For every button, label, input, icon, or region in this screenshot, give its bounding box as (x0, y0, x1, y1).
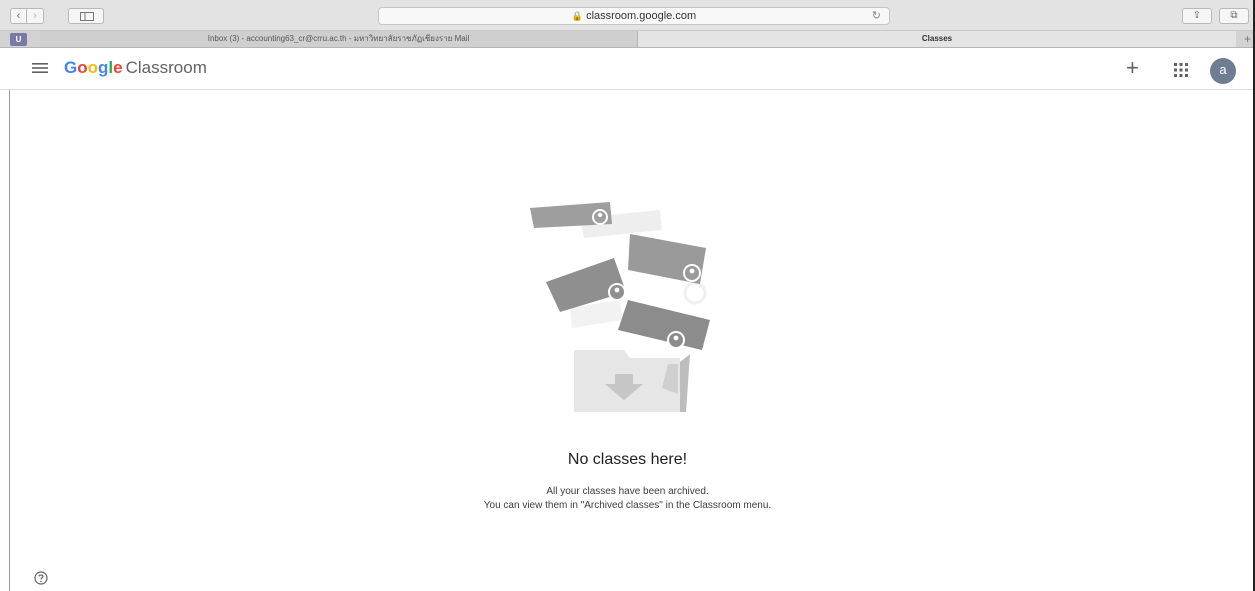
folder-icon (680, 354, 690, 412)
nav-buttons: ‹ › (10, 8, 44, 24)
menu-icon[interactable] (32, 62, 48, 74)
window-border-left (9, 90, 10, 591)
url-text: classroom.google.com (586, 10, 697, 22)
person-icon (614, 287, 620, 293)
help-icon[interactable] (34, 571, 48, 585)
empty-state-title: No classes here! (567, 451, 688, 468)
sidebar-toggle-button[interactable] (68, 8, 104, 24)
tab-strip: U Inbox (3) - accounting63_cr@crru.ac.th… (0, 31, 1255, 48)
class-card (618, 300, 710, 350)
paper-sheet (683, 281, 707, 305)
product-name: Classroom (125, 58, 207, 77)
account-avatar[interactable]: a (1210, 58, 1236, 84)
favorites-tab[interactable]: U (10, 33, 27, 46)
tab-inbox[interactable]: Inbox (3) - accounting63_cr@crru.ac.th -… (40, 31, 638, 47)
tab-classes[interactable]: Classes (638, 31, 1236, 47)
sidebar-icon (80, 12, 94, 21)
brand-letter: e (113, 58, 123, 77)
app-header: Google Classroom + a (0, 48, 1255, 90)
lock-icon: 🔒 (571, 11, 584, 21)
forward-button[interactable]: › (27, 8, 44, 24)
create-or-join-class-button[interactable]: + (1126, 57, 1139, 79)
reload-icon[interactable]: ↻ (872, 8, 881, 24)
brand-letter: g (98, 58, 109, 77)
browser-toolbar: ‹ › 🔒 classroom.google.com ↻ ⇪ ⧉ (0, 0, 1255, 31)
empty-state-hint: You can view them in "Archived classes" … (483, 500, 772, 511)
person-icon (673, 335, 679, 341)
brand-letter: G (64, 58, 78, 77)
share-button[interactable]: ⇪ (1182, 8, 1212, 24)
brand-logo[interactable]: Google Classroom (64, 58, 207, 78)
back-button[interactable]: ‹ (10, 8, 27, 24)
empty-state-message: All your classes have been archived. (546, 486, 709, 497)
google-wordmark: Google (64, 58, 123, 78)
apps-grid-icon[interactable] (1174, 63, 1188, 77)
show-tabs-button[interactable]: ⧉ (1219, 8, 1249, 24)
archived-classes-illustration (530, 202, 710, 412)
person-icon (597, 212, 603, 218)
address-bar[interactable]: 🔒 classroom.google.com ↻ (378, 7, 890, 25)
brand-letter: o (77, 58, 88, 77)
person-icon (689, 268, 695, 274)
brand-letter: o (87, 58, 99, 77)
